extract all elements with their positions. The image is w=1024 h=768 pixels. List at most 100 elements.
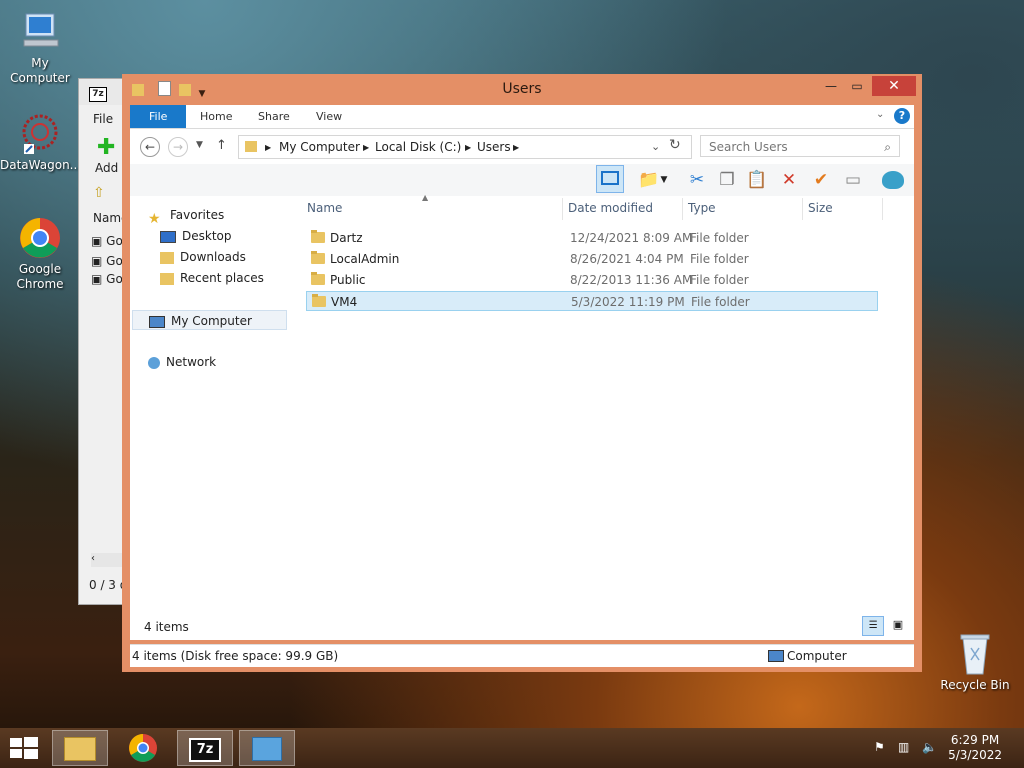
nav-network[interactable]: Network [148,352,216,372]
add-icon[interactable]: ✚ [97,137,115,159]
cut-icon[interactable]: ✂ [684,167,710,193]
content-area: ★ Favorites Desktop Downloads Recent plac… [130,193,914,640]
chrome-icon [129,734,157,762]
file-row[interactable]: Public 8/22/2013 11:36 AM File folder [306,270,878,290]
tab-home[interactable]: Home [186,105,246,128]
chrome-icon [16,216,64,260]
file-date: 5/3/2022 11:19 PM [571,295,685,309]
network-status-icon[interactable]: ▥ [898,740,914,756]
address-bar[interactable]: ▶ My Computer ▶ Local Disk (C:) ▶ Users … [238,135,692,159]
nav-downloads[interactable]: Downloads [160,247,246,267]
search-input[interactable]: Search Users ⌕ [700,135,900,157]
status-bar: 4 items (Disk free space: 99.9 GB) Compu… [130,644,914,667]
folder-icon [312,294,326,307]
seven-zip-add-button[interactable]: Add [95,161,118,175]
ribbon-tabs: File Home Share View ⌄ ? [130,105,914,129]
folder-icon [311,272,325,285]
back-button[interactable]: ← [140,137,160,157]
breadcrumb-users[interactable]: Users [477,140,511,154]
chevron-down-icon[interactable]: ▼ [658,167,670,193]
taskbar-7zip[interactable]: 7z [177,730,233,766]
datawagon-icon [16,112,64,156]
close-button[interactable]: ✕ [872,76,916,96]
column-header-date-modified[interactable]: Date modified [568,201,653,215]
file-type: File folder [690,252,749,266]
address-dropdown-icon[interactable]: ⌄ [651,140,660,153]
address-row: ← → ▼ ↑ ▶ My Computer ▶ Local Disk (C:) … [130,129,914,164]
taskbar-chrome[interactable] [115,730,171,766]
desktop-icon [160,230,176,243]
delete-icon[interactable]: ✕ [776,167,802,193]
ribbon-expand-icon[interactable]: ⌄ [876,109,884,120]
details-view-icon[interactable]: ☰ [862,616,885,636]
desktop-icon-label: DataWagon... [0,158,82,172]
refresh-icon[interactable]: ↻ [669,137,681,153]
desktop-icon-my-computer[interactable]: My Computer [0,10,80,86]
downloads-icon [160,251,174,264]
file-row[interactable]: LocalAdmin 8/26/2021 4:04 PM File folder [306,249,878,269]
large-icons-view-icon[interactable]: ▣ [888,616,908,634]
desktop-icon-datawagon[interactable]: DataWagon... [0,112,82,173]
up-folder-icon[interactable]: ⇧ [93,185,105,201]
tab-share[interactable]: Share [244,105,304,128]
file-date: 8/26/2021 4:04 PM [570,252,684,266]
nav-recent-places[interactable]: Recent places [160,268,264,288]
item-count: 4 items [144,620,189,634]
nav-my-computer[interactable]: My Computer [132,310,287,330]
file-type: File folder [690,273,749,287]
tab-file[interactable]: File [130,105,187,128]
command-toolbar: 📁 ▼ ✂ ❐ 📋 ✕ ✔ ▭ [130,164,914,196]
sort-arrow-icon: ▲ [422,193,429,202]
computer-icon [768,650,784,662]
column-header-size[interactable]: Size [808,201,833,215]
column-header-name[interactable]: Name [307,201,342,215]
explorer-window[interactable]: ▼ Users — ▭ ✕ File Home Share View ⌄ ? ←… [122,74,922,672]
maximize-button[interactable]: ▭ [844,76,870,96]
status-text: 4 items (Disk free space: 99.9 GB) [132,649,339,663]
paste-icon[interactable]: 📋 [744,167,770,193]
shell-icon[interactable] [880,167,906,193]
nav-favorites[interactable]: ★ Favorites [148,205,224,227]
seven-zip-menu-file[interactable]: File [93,112,113,126]
explorer-titlebar: ▼ Users — ▭ ✕ [122,74,922,104]
breadcrumb-my-computer[interactable]: My Computer [279,140,360,154]
forward-button[interactable]: → [168,137,188,157]
minimize-button[interactable]: — [818,76,844,96]
preview-pane-button[interactable] [596,165,624,193]
seven-zip-row[interactable]: ▣ Go [91,254,123,268]
tab-view[interactable]: View [302,105,356,128]
taskbar-control-panel[interactable] [239,730,295,766]
status-location: Computer [787,649,847,663]
help-icon[interactable]: ? [894,108,910,124]
desktop-icon-google-chrome[interactable]: Google Chrome [0,216,80,292]
copy-icon[interactable]: ❐ [714,167,740,193]
volume-muted-icon[interactable]: 🔈 [922,740,938,756]
file-name: VM4 [331,295,358,309]
rename-icon[interactable]: ▭ [840,167,866,193]
clock-date: 5/3/2022 [948,748,1002,762]
desktop-icon-label: Recycle Bin [940,678,1010,692]
seven-zip-row[interactable]: ▣ Go [91,272,123,286]
taskbar-file-explorer[interactable] [52,730,108,766]
desktop-icon-label: My Computer [10,56,70,85]
action-center-flag-icon[interactable]: ⚑ [874,740,890,756]
file-name: Dartz [330,231,363,245]
seven-zip-row[interactable]: ▣ Go [91,234,123,248]
taskbar: 7z ⚑ ▥ 🔈 6:29 PM 5/3/2022 [0,728,1024,768]
recycle-bin-icon [951,632,999,676]
file-row[interactable]: Dartz 12/24/2021 8:09 AM File folder [306,228,878,248]
file-row-selected[interactable]: VM4 5/3/2022 11:19 PM File folder [306,291,878,311]
search-icon: ⌕ [884,140,891,154]
up-button[interactable]: ↑ [216,138,227,153]
clock[interactable]: 6:29 PM 5/3/2022 [948,733,1002,763]
checkmark-icon[interactable]: ✔ [808,167,834,193]
column-header-type[interactable]: Type [688,201,716,215]
file-name: Public [330,273,366,287]
nav-desktop[interactable]: Desktop [160,226,232,246]
desktop-icon-recycle-bin[interactable]: Recycle Bin [935,632,1015,693]
recent-locations-chevron-icon[interactable]: ▼ [196,140,203,150]
folder-icon [245,141,257,152]
start-button[interactable] [10,737,38,759]
file-date: 8/22/2013 11:36 AM [570,273,693,287]
breadcrumb-local-disk[interactable]: Local Disk (C:) [375,140,461,154]
